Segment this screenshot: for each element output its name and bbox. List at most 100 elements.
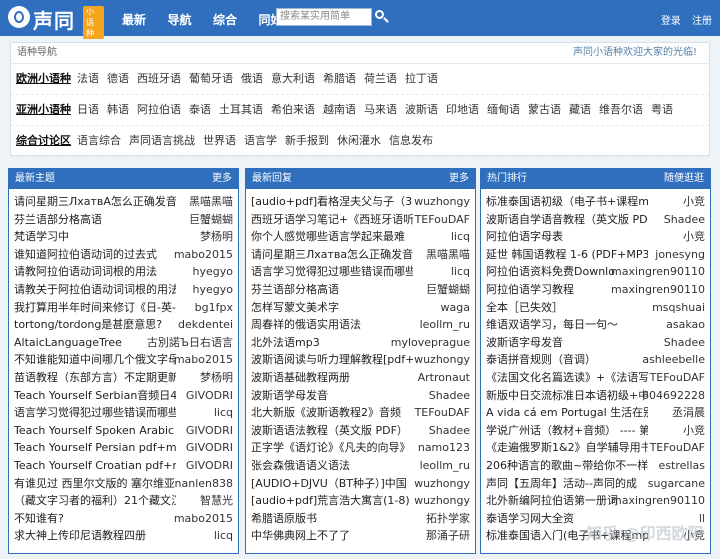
thread-author-link[interactable]: 古別諾Ъ日右语言 <box>147 334 233 352</box>
thread-title-link[interactable]: 延世 韩国语教程 1-6 (PDF+MP3) <box>486 246 648 264</box>
nav-latest[interactable]: 最新 <box>122 13 146 27</box>
thread-author-link[interactable]: GIVODRI <box>186 439 233 457</box>
thread-author-link[interactable]: Shadee <box>664 334 705 352</box>
thread-title-link[interactable]: 不知谁能知道中间哪几个俄文字母 <box>14 351 176 369</box>
thread-title-link[interactable]: 西班牙语学习笔记+《西班牙语听 <box>251 211 413 229</box>
more-link[interactable]: 更多 <box>212 169 232 189</box>
thread-title-link[interactable]: 请问星期三Лхатва怎么正确发音? <box>251 246 413 264</box>
language-link[interactable]: 阿拉伯语 <box>137 103 181 116</box>
language-link[interactable]: 波斯语 <box>405 103 438 116</box>
thread-title-link[interactable]: 不知谁有? <box>14 510 64 528</box>
thread-title-link[interactable]: （藏文字习者的福利）21个藏文汉文字 <box>14 492 176 510</box>
thread-author-link[interactable]: Shadee <box>429 422 470 440</box>
language-link[interactable]: 西班牙语 <box>137 72 181 85</box>
language-link[interactable]: 藏语 <box>569 103 591 116</box>
thread-title-link[interactable]: 语言学习觉得犯过哪些错误而哪些才是正 <box>14 404 176 422</box>
thread-title-link[interactable]: 有谁见过 西里尔文版的 塞尔维亚 <box>14 475 175 493</box>
language-link[interactable]: 语言学 <box>244 134 277 147</box>
search-input[interactable]: 搜索某实用简单 <box>276 8 372 26</box>
thread-author-link[interactable]: 巨蟹蝴蝴 <box>426 281 470 299</box>
thread-title-link[interactable]: 怎样写蒙文美术字 <box>251 299 339 317</box>
language-link[interactable]: 泰语 <box>189 103 211 116</box>
thread-title-link[interactable]: 北外新编阿拉伯语第一册词 <box>486 492 618 510</box>
thread-author-link[interactable]: 梦杨明 <box>200 228 233 246</box>
thread-title-link[interactable]: 正字学《语灯论》《凡夫的向导》 <box>251 439 411 457</box>
thread-author-link[interactable]: 梦杨明 <box>200 369 233 387</box>
thread-title-link[interactable]: Teach Yourself Croatian pdf+mp3 <box>14 457 176 475</box>
thread-title-link[interactable]: 我打算用半年时间来修订《日-英-汉词 <box>14 299 176 317</box>
thread-title-link[interactable]: 波斯语语法教程（英文版 PDF） <box>251 422 408 440</box>
thread-title-link[interactable]: 波斯语基础教程两册 <box>251 369 350 387</box>
thread-title-link[interactable]: 全本［已失效］ <box>486 299 563 317</box>
thread-title-link[interactable]: 《法国文化名篇选读》+《法语写 <box>486 369 648 387</box>
nav-guide[interactable]: 导航 <box>168 13 192 27</box>
thread-author-link[interactable]: 黑喵黑喵 <box>189 193 233 211</box>
thread-author-link[interactable]: Shadee <box>664 211 705 229</box>
thread-author-link[interactable]: 那涌子研 <box>426 527 470 545</box>
thread-title-link[interactable]: 求大神上传印尼语教程四册 <box>14 527 146 545</box>
language-link[interactable]: 语言综合 <box>77 134 121 147</box>
search-icon[interactable] <box>374 9 390 25</box>
language-link[interactable]: 韩语 <box>107 103 129 116</box>
thread-title-link[interactable]: 请教阿拉伯语动词词根的用法 <box>14 263 157 281</box>
thread-title-link[interactable]: 谁知道阿拉伯语动词的过去式 <box>14 246 157 264</box>
thread-title-link[interactable]: Teach Yourself Serbian音频日4 <box>14 387 176 405</box>
thread-author-link[interactable]: maxingren90110 <box>611 281 705 299</box>
language-link[interactable]: 德语 <box>107 72 129 85</box>
thread-title-link[interactable]: 《走遍俄罗斯1&2》自学辅导用书 <box>486 439 648 457</box>
thread-title-link[interactable]: A vida cá em Portugal 生活在别处。 <box>486 404 648 422</box>
language-link[interactable]: 俄语 <box>241 72 263 85</box>
language-link[interactable]: 越南语 <box>323 103 356 116</box>
thread-title-link[interactable]: 北外法语mp3 <box>251 334 320 352</box>
site-logo[interactable]: 声同 小语种 <box>8 4 104 39</box>
thread-author-link[interactable]: estrellas <box>659 457 705 475</box>
thread-author-link[interactable]: licq <box>451 263 470 281</box>
language-link[interactable]: 希伯来语 <box>271 103 315 116</box>
thread-author-link[interactable]: ashleebelle <box>642 351 705 369</box>
thread-author-link[interactable]: mabo2015 <box>174 246 233 264</box>
thread-title-link[interactable]: [audio+pdf]荒言浩大寓言(1-8) <box>251 492 410 510</box>
thread-title-link[interactable]: 泰语学习网大全资 <box>486 510 574 528</box>
thread-title-link[interactable]: 中华佛典网上不了了 <box>251 527 350 545</box>
thread-title-link[interactable]: 芬兰语部分格高语 <box>251 281 339 299</box>
thread-author-link[interactable]: TEFouDAF <box>650 439 705 457</box>
thread-title-link[interactable]: 请教关于阿拉伯语动词词根的用法 <box>14 281 176 299</box>
thread-title-link[interactable]: tortong/tordong是甚麼意思? <box>14 316 162 334</box>
language-link[interactable]: 信息发布 <box>389 134 433 147</box>
language-link[interactable]: 缅甸语 <box>487 103 520 116</box>
thread-author-link[interactable]: 巨蟹蝴蝴 <box>189 211 233 229</box>
thread-author-link[interactable]: TEFouDAF <box>415 211 470 229</box>
language-category[interactable]: 亚洲小语种 <box>16 103 71 116</box>
thread-title-link[interactable]: 阿拉伯语学习教程 <box>486 281 574 299</box>
language-link[interactable]: 希腊语 <box>323 72 356 85</box>
thread-author-link[interactable]: leollm_ru <box>420 316 470 334</box>
thread-title-link[interactable]: 语言学习觉得犯过哪些错误而哪些才是正 <box>251 263 413 281</box>
thread-author-link[interactable]: jonesyng <box>655 246 705 264</box>
thread-title-link[interactable]: 阿拉伯语字母表 <box>486 228 563 246</box>
thread-author-link[interactable]: dekdentei <box>178 316 233 334</box>
thread-author-link[interactable]: wuzhongy <box>414 475 470 493</box>
thread-author-link[interactable]: mabo2015 <box>174 351 233 369</box>
thread-author-link[interactable]: namo123 <box>418 439 470 457</box>
thread-title-link[interactable]: 张会森俄语语义语法 <box>251 457 350 475</box>
thread-author-link[interactable]: hyegyo <box>193 281 233 299</box>
language-link[interactable]: 声同语言挑战 <box>129 134 195 147</box>
login-link[interactable]: 登录 <box>661 16 681 27</box>
thread-title-link[interactable]: 波斯语字母发音 <box>486 334 563 352</box>
language-link[interactable]: 粤语 <box>651 103 673 116</box>
thread-author-link[interactable]: mabo2015 <box>174 510 233 528</box>
language-link[interactable]: 新手报到 <box>285 134 329 147</box>
thread-title-link[interactable]: Teach Yourself Persian pdf+mp3 <box>14 439 176 457</box>
language-link[interactable]: 土耳其语 <box>219 103 263 116</box>
thread-author-link[interactable]: hyegyo <box>193 263 233 281</box>
thread-author-link[interactable]: 黑喵黑喵 <box>426 246 470 264</box>
thread-author-link[interactable]: 智慧光 <box>200 492 233 510</box>
thread-author-link[interactable]: Artronaut <box>418 369 470 387</box>
thread-author-link[interactable]: bg1fpx <box>195 299 233 317</box>
thread-title-link[interactable]: Teach Yourself Spoken Arabic pdf <box>14 422 176 440</box>
language-link[interactable]: 荷兰语 <box>364 72 397 85</box>
thread-title-link[interactable]: 苗语教程（东部方言）不定期更新 <box>14 369 176 387</box>
thread-title-link[interactable]: 206种语言的歌曲~带给你不一样的 <box>486 457 648 475</box>
thread-author-link[interactable]: TEFouDAF <box>650 369 705 387</box>
thread-title-link[interactable]: [AUDIO+DJVU（BT种子）]中国 <box>251 475 407 493</box>
